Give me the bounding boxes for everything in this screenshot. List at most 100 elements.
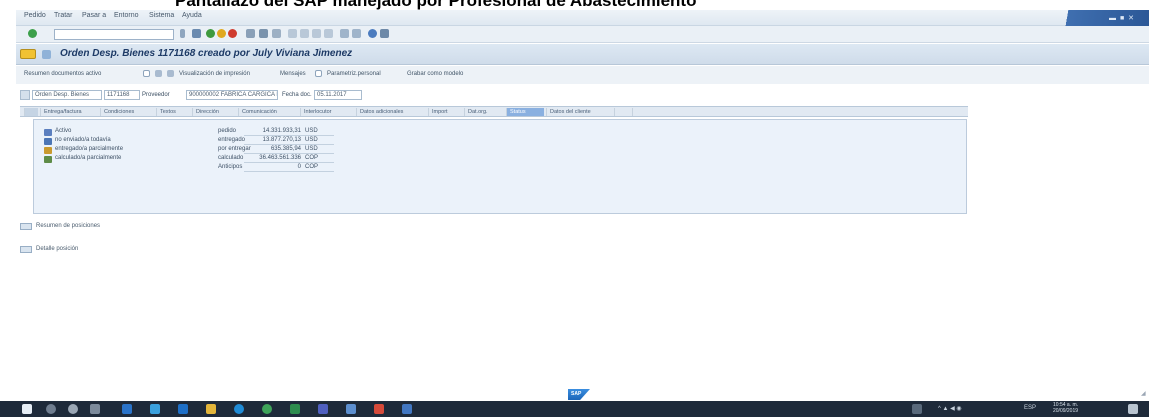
summary-button[interactable]: Resumen documentos activo <box>24 71 101 77</box>
slide-title-text: Pantallazo del SAP manejado por Profesio… <box>175 0 697 10</box>
messages-button[interactable]: Mensajes <box>280 71 306 77</box>
status-panel <box>33 119 967 214</box>
status-activo-label: Activo <box>55 128 72 134</box>
pdf-icon[interactable] <box>374 404 384 414</box>
other-doc-icon[interactable] <box>143 70 150 77</box>
title-bar: Orden Desp. Bienes 1171168 creado por Ju… <box>16 44 1149 65</box>
menu-ayuda[interactable]: Ayuda <box>182 12 202 19</box>
tab-list-icon[interactable] <box>632 108 648 116</box>
next-page-icon[interactable] <box>312 29 321 38</box>
dropdown-icon[interactable] <box>180 29 185 38</box>
figure-currency-calculado: COP <box>305 155 319 161</box>
tab-collapse-icon[interactable] <box>24 108 38 116</box>
vendor-field[interactable]: 900000002 FABRICA CARGICA DE <box>186 90 278 100</box>
sap-logon-icon[interactable] <box>346 404 356 414</box>
menu-tratar[interactable]: Tratar <box>54 12 72 19</box>
help-icon[interactable] <box>368 29 377 38</box>
date-field[interactable]: 05.11.2017 <box>314 90 362 100</box>
tab-datos-adicionales[interactable]: Datos adicionales <box>356 108 428 116</box>
document-icon <box>44 129 52 136</box>
tabstrip: Entrega/factura Condiciones Textos Direc… <box>20 106 968 117</box>
find-icon[interactable] <box>259 29 268 38</box>
find-next-icon[interactable] <box>272 29 281 38</box>
tab-condiciones[interactable]: Condiciones <box>100 108 156 116</box>
save-icon[interactable] <box>192 29 201 38</box>
tab-textos[interactable]: Textos <box>156 108 192 116</box>
tray-icons[interactable]: ^ ▲ ◀ ◉ <box>938 405 962 412</box>
tab-entrega-factura[interactable]: Entrega/factura <box>40 108 100 116</box>
tab-interlocutor[interactable]: Interlocutor <box>300 108 356 116</box>
figure-currency-entregado: USD <box>305 137 318 143</box>
layout-menu-icon[interactable] <box>380 29 389 38</box>
order-number-field[interactable]: 1171168 <box>104 90 140 100</box>
sap-logo: SAP <box>568 389 590 400</box>
standard-toolbar <box>16 26 1149 43</box>
toggle-icon[interactable] <box>42 50 51 59</box>
tab-datos-cliente[interactable]: Datos del cliente <box>546 108 612 116</box>
tab-import[interactable]: Import <box>428 108 464 116</box>
save-as-template-button[interactable]: Grabar como modelo <box>407 71 463 77</box>
slide-caption: Pantallazo del SAP manejado por Profesio… <box>0 0 1149 10</box>
menu-sistema[interactable]: Sistema <box>149 12 174 19</box>
doc-type-icon[interactable] <box>20 90 30 100</box>
notification-icon[interactable] <box>1128 404 1138 414</box>
tab-comunicacion[interactable]: Comunicación <box>238 108 300 116</box>
excel-icon[interactable] <box>290 404 300 414</box>
app-icon-3[interactable] <box>178 404 188 414</box>
tab-scroll-icon[interactable] <box>614 108 630 116</box>
vendor-label: Proveedor <box>142 92 170 98</box>
date-label: Fecha doc. <box>282 92 312 98</box>
expand-section-icon[interactable] <box>20 246 32 253</box>
task-view-icon[interactable] <box>90 404 100 414</box>
order-type-select[interactable]: Orden Desp. Bienes <box>32 90 102 100</box>
cancel-icon[interactable] <box>228 29 237 38</box>
header-row: Orden Desp. Bienes 1171168 Proveedor 900… <box>16 89 1149 103</box>
hold-icon[interactable] <box>155 70 162 77</box>
app-icon-2[interactable] <box>150 404 160 414</box>
transaction-badge-icon[interactable] <box>20 49 36 59</box>
file-explorer-icon[interactable] <box>206 404 216 414</box>
calc-icon <box>44 156 52 163</box>
window-controls-icon[interactable]: ▬ ■ ✕ <box>1109 14 1135 22</box>
tab-status[interactable]: Status <box>506 108 544 116</box>
figure-amount-calculado: 36.463.561.336 <box>259 155 301 161</box>
teams-icon[interactable] <box>318 404 328 414</box>
figure-currency-por-entregar: USD <box>305 146 318 152</box>
shortcut-icon[interactable] <box>352 29 361 38</box>
chrome-icon[interactable] <box>262 404 272 414</box>
exit-icon[interactable] <box>217 29 226 38</box>
page-title: Orden Desp. Bienes 1171168 creado por Ju… <box>60 48 353 59</box>
resize-grip-icon[interactable]: ◢ <box>1141 390 1146 397</box>
tab-dat-org[interactable]: Dat.org. <box>464 108 502 116</box>
edge-icon[interactable] <box>234 404 244 414</box>
info-icon[interactable] <box>315 70 322 77</box>
first-page-icon[interactable] <box>288 29 297 38</box>
menu-pasar-a[interactable]: Pasar a <box>82 12 106 19</box>
new-session-icon[interactable] <box>340 29 349 38</box>
last-page-icon[interactable] <box>324 29 333 38</box>
personal-settings-button[interactable]: Parametriz.personal <box>327 71 381 77</box>
word-icon[interactable] <box>402 404 412 414</box>
app-icon-1[interactable] <box>122 404 132 414</box>
cortana-icon[interactable] <box>68 404 78 414</box>
application-toolbar: Resumen documentos activo Visualización … <box>16 66 1149 84</box>
menu-pedido[interactable]: Pedido <box>24 12 46 19</box>
check-icon[interactable] <box>167 70 174 77</box>
print-icon[interactable] <box>246 29 255 38</box>
start-icon[interactable] <box>22 404 32 414</box>
search-icon[interactable] <box>46 404 56 414</box>
command-field[interactable] <box>54 29 174 40</box>
prev-page-icon[interactable] <box>300 29 309 38</box>
menu-entorno[interactable]: Entorno <box>114 12 139 19</box>
expand-section-icon[interactable] <box>20 223 32 230</box>
tab-direccion[interactable]: Dirección <box>192 108 238 116</box>
network-icon[interactable] <box>912 404 922 414</box>
figure-amount-pedido: 14.331.933,31 <box>262 128 301 134</box>
enter-icon[interactable] <box>28 29 37 38</box>
back-icon[interactable] <box>206 29 215 38</box>
system-clock[interactable]: 10:54 a. m. 20/09/2019 <box>1053 402 1078 414</box>
menu-bar: Pedido Tratar Pasar a Entorno Sistema Ay… <box>16 10 1149 26</box>
print-preview-button[interactable]: Visualización de impresión <box>179 71 250 77</box>
sap-window-corner: ▬ ■ ✕ <box>1057 10 1149 26</box>
tray-language[interactable]: ESP <box>1024 405 1036 411</box>
